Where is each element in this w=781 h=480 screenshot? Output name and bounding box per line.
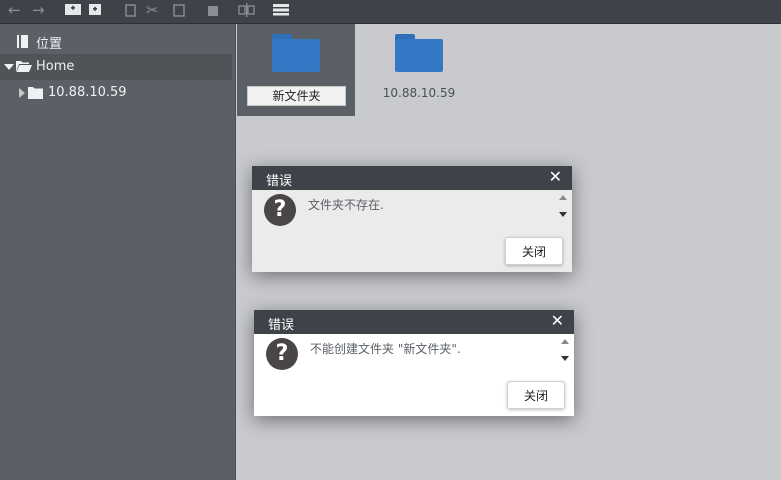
toolbar: ← → ✂ xyxy=(0,0,781,24)
cut-icon[interactable]: ✂ xyxy=(146,2,159,20)
back-arrow-icon[interactable]: ← xyxy=(8,2,21,20)
new-folder-icon[interactable] xyxy=(64,2,82,20)
chevron-down-icon[interactable] xyxy=(4,64,14,70)
rename-input[interactable]: 新文件夹 xyxy=(247,86,346,106)
dialog-title: 错误 xyxy=(268,318,295,333)
dialog-title-bar[interactable]: 错误 ✕ xyxy=(254,310,574,334)
sidebar: 位置 Home 10.88.10.59 xyxy=(0,24,236,480)
scroll-down-icon[interactable] xyxy=(561,356,569,361)
scrollbar[interactable] xyxy=(558,336,572,366)
view-list-icon[interactable] xyxy=(272,2,290,20)
folder-icon xyxy=(272,34,320,72)
close-button[interactable]: 关闭 xyxy=(507,381,565,409)
scroll-up-icon[interactable] xyxy=(559,195,567,200)
scrollbar[interactable] xyxy=(556,192,570,222)
dialog-body: ? 不能创建文件夹 "新文件夹". 关闭 xyxy=(254,334,574,416)
dialog-title-bar[interactable]: 错误 ✕ xyxy=(252,166,572,190)
chevron-right-icon[interactable] xyxy=(19,88,25,98)
question-icon: ? xyxy=(266,338,298,370)
file-item-server[interactable]: 10.88.10.59 xyxy=(360,24,478,116)
close-button[interactable]: 关闭 xyxy=(505,237,563,265)
sidebar-item-label: 10.88.10.59 xyxy=(48,85,127,100)
scroll-up-icon[interactable] xyxy=(561,339,569,344)
new-file-icon[interactable] xyxy=(88,2,102,20)
scroll-down-icon[interactable] xyxy=(559,212,567,217)
forward-arrow-icon[interactable]: → xyxy=(32,2,45,20)
folder-open-icon xyxy=(16,60,32,77)
close-icon[interactable]: ✕ xyxy=(551,312,564,330)
dialog-body: ? 文件夹不存在. 关闭 xyxy=(252,190,572,272)
file-name: 10.88.10.59 xyxy=(382,86,456,100)
sidebar-item-label: Home xyxy=(36,59,75,74)
dialog-message: 不能创建文件夹 "新文件夹". xyxy=(310,342,461,356)
error-dialog-1: 错误 ✕ ? 文件夹不存在. 关闭 xyxy=(252,166,572,272)
delete-icon[interactable] xyxy=(206,2,220,20)
dialog-message: 文件夹不存在. xyxy=(308,198,384,212)
bookmark-icon xyxy=(17,35,29,53)
sidebar-item-places[interactable]: 位置 xyxy=(0,28,232,54)
close-icon[interactable]: ✕ xyxy=(549,168,562,186)
folder-icon xyxy=(395,34,443,72)
error-dialog-2: 错误 ✕ ? 不能创建文件夹 "新文件夹". 关闭 xyxy=(254,310,574,416)
question-icon: ? xyxy=(264,194,296,226)
rename-icon[interactable] xyxy=(238,2,256,20)
sidebar-item-home[interactable]: Home xyxy=(0,54,232,80)
copy-icon[interactable] xyxy=(124,2,138,20)
folder-icon xyxy=(28,87,43,103)
sidebar-item-server[interactable]: 10.88.10.59 xyxy=(0,80,232,106)
sidebar-item-label: 位置 xyxy=(36,37,63,52)
file-item-new-folder[interactable]: 新文件夹 xyxy=(237,24,355,116)
paste-icon[interactable] xyxy=(172,2,186,20)
dialog-title: 错误 xyxy=(266,174,293,189)
